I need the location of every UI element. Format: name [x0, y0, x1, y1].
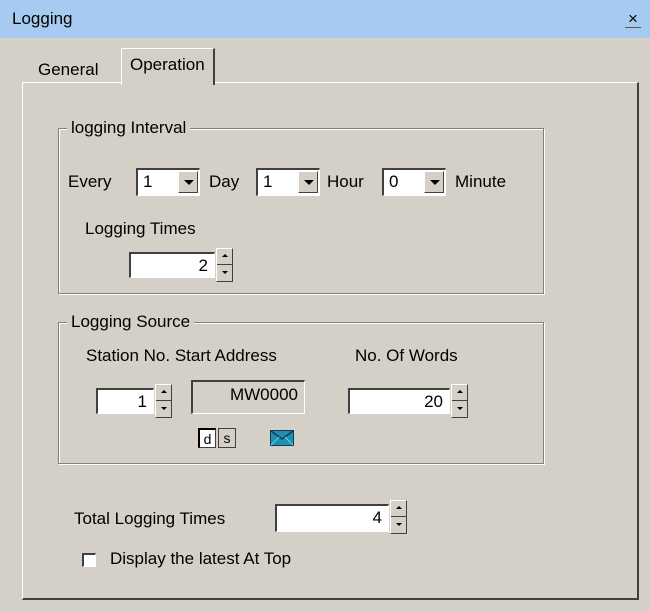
- station-input[interactable]: 1: [96, 388, 154, 414]
- close-button[interactable]: ×: [625, 10, 641, 28]
- chevron-down-icon: [184, 180, 194, 185]
- hour-dropdown-button[interactable]: [298, 171, 318, 193]
- title-bar: [0, 0, 650, 38]
- display-latest-label[interactable]: Display the latest At Top: [110, 549, 291, 569]
- logging-times-spinner[interactable]: [216, 248, 233, 282]
- total-logging-times-label: Total Logging Times: [74, 509, 226, 528]
- total-logging-times-input[interactable]: 4: [275, 504, 389, 532]
- spin-down-icon: [161, 407, 167, 410]
- hour-select[interactable]: 1: [256, 168, 320, 196]
- words-value: 20: [424, 392, 443, 411]
- station-spinner[interactable]: [155, 384, 172, 418]
- words-spinner[interactable]: [451, 384, 468, 418]
- chevron-down-icon: [430, 180, 440, 185]
- day-dropdown-button[interactable]: [178, 171, 198, 193]
- every-label: Every: [68, 172, 112, 191]
- station-value: 1: [137, 392, 147, 411]
- envelope-icon[interactable]: [270, 430, 294, 446]
- logging-times-label: Logging Times: [85, 219, 196, 238]
- minute-dropdown-button[interactable]: [424, 171, 444, 193]
- station-address-header: Station No. Start Address: [86, 346, 277, 365]
- display-latest-checkbox[interactable]: [82, 553, 96, 567]
- spin-down-icon: [222, 271, 228, 274]
- start-address-field[interactable]: MW0000: [191, 380, 305, 414]
- minute-select[interactable]: 0: [382, 168, 446, 196]
- hour-select-value: 1: [263, 172, 273, 191]
- minute-select-value: 0: [389, 172, 399, 191]
- spin-up-icon: [457, 390, 463, 393]
- spin-up-icon: [161, 390, 167, 393]
- logging-times-value: 2: [198, 256, 208, 275]
- mode-s-toggle[interactable]: s: [218, 428, 236, 448]
- total-logging-times-value: 4: [372, 508, 382, 527]
- tab-operation[interactable]: Operation: [121, 48, 215, 85]
- hour-label: Hour: [327, 172, 364, 191]
- words-header: No. Of Words: [355, 346, 458, 365]
- spin-up-icon: [222, 254, 228, 257]
- logging-interval-legend: logging Interval: [67, 118, 191, 138]
- total-logging-times-spinner[interactable]: [390, 500, 407, 534]
- day-select-value: 1: [143, 172, 153, 191]
- minute-label: Minute: [455, 172, 507, 191]
- spin-down-icon: [457, 407, 463, 410]
- spin-down-icon: [396, 523, 402, 526]
- day-label: Day: [209, 172, 240, 191]
- logging-source-legend: Logging Source: [67, 312, 195, 332]
- mode-d-toggle[interactable]: d: [198, 428, 216, 448]
- chevron-down-icon: [304, 180, 314, 185]
- spin-up-icon: [396, 506, 402, 509]
- words-input[interactable]: 20: [348, 388, 450, 414]
- start-address-value: MW0000: [229, 385, 298, 404]
- logging-times-input[interactable]: 2: [129, 252, 215, 278]
- window-title: Logging: [12, 9, 73, 28]
- day-select[interactable]: 1: [136, 168, 200, 196]
